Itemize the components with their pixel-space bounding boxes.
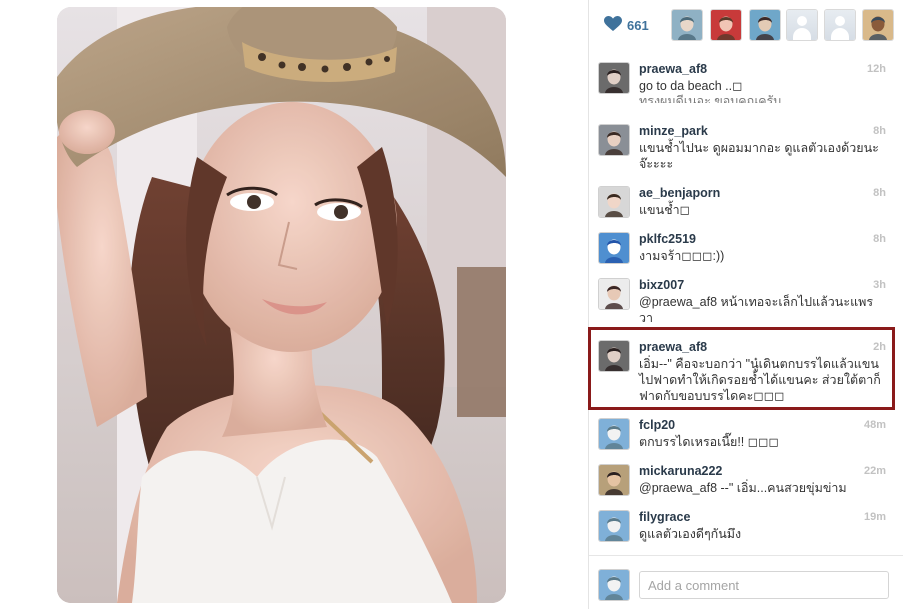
comment-username[interactable]: filygrace — [639, 510, 690, 524]
comment-avatar[interactable] — [599, 125, 629, 155]
like-count[interactable]: 661 — [627, 18, 649, 33]
comment-avatar[interactable] — [599, 419, 629, 449]
comment-username[interactable]: praewa_af8 — [639, 62, 707, 76]
comment-text: ดูแลตัวเองดีๆกันมึง — [639, 527, 742, 541]
comment-avatar[interactable] — [599, 341, 629, 371]
liker-avatar-3[interactable] — [750, 10, 780, 40]
comment-time: 22m — [863, 465, 886, 477]
comment-time: 8h — [873, 233, 886, 245]
comment-text: เอิ่ม--" คือจะบอกว่า "นู๋เดินตกบรรไดแล้ว… — [639, 357, 881, 403]
comment-username[interactable]: minze_park — [639, 124, 708, 138]
comment-username[interactable]: mickaruna222 — [639, 464, 722, 478]
comment-username[interactable]: praewa_af8 — [639, 340, 707, 354]
hidden-comment-fragment: ทรงผมดีเนอะ ขอบคุณครับ — [639, 94, 782, 103]
comment-text: go to da beach ..◻ — [639, 79, 743, 93]
comment-username[interactable]: fclp20 — [639, 418, 675, 432]
comment-text: ตกบรรไดเหรอเนี๊ย!! ◻◻◻ — [639, 435, 779, 449]
comment-avatar[interactable] — [599, 187, 629, 217]
comment-time: 8h — [873, 125, 886, 137]
comment-bar — [589, 555, 903, 609]
comment-avatar[interactable] — [599, 279, 629, 309]
comment-username[interactable]: pklfc2519 — [639, 232, 696, 246]
add-comment-input[interactable] — [639, 571, 889, 599]
comment-text: แขนช้ำไปนะ ดูผอมมากอะ ดูแลตัวเองด้วยนะจ๊… — [639, 141, 879, 171]
liker-avatar-1[interactable] — [672, 10, 702, 40]
comment-text: @praewa_af8 --" เอิ่ม...คนสวยขุ่มข่าม — [639, 481, 847, 495]
post-sidebar: 661 ทรงผมดีเนอะ ขอบคุณครับ praewa_af8 12h g… — [588, 0, 903, 609]
comment-avatar[interactable] — [599, 511, 629, 541]
comment-time: 8h — [873, 187, 886, 199]
comment-avatar[interactable] — [599, 465, 629, 495]
comment-username[interactable]: ae_benjaporn — [639, 186, 720, 200]
comment-text: งามจร้า◻◻◻:)) — [639, 249, 725, 263]
comment-time: 19m — [863, 511, 886, 523]
photo-overlay — [57, 7, 506, 603]
comment-text: แขนช้ำ◻ — [639, 203, 691, 217]
liker-avatar-2[interactable] — [711, 10, 741, 40]
comment-avatar[interactable] — [599, 233, 629, 263]
comment-time: 48m — [863, 419, 886, 431]
comment-time: 12h — [867, 63, 886, 75]
likes-bar: 661 — [589, 0, 903, 53]
post-photo[interactable] — [57, 7, 506, 603]
liker-avatar-5[interactable] — [825, 10, 855, 40]
comment-text: @praewa_af8 หน้าเทอจะเล็กไปแล้วนะแพรวา — [639, 295, 874, 325]
my-avatar — [599, 570, 629, 600]
comment-avatar[interactable] — [599, 63, 629, 93]
comment-time: 3h — [873, 279, 886, 291]
liker-avatar-4[interactable] — [787, 10, 817, 40]
liker-avatar-6[interactable] — [863, 10, 893, 40]
comment-list[interactable]: ทรงผมดีเนอะ ขอบคุณครับ praewa_af8 12h go to… — [589, 52, 903, 555]
heart-icon[interactable] — [604, 16, 622, 37]
comment-username[interactable]: bixz007 — [639, 278, 684, 292]
comment-time: 2h — [873, 341, 886, 353]
